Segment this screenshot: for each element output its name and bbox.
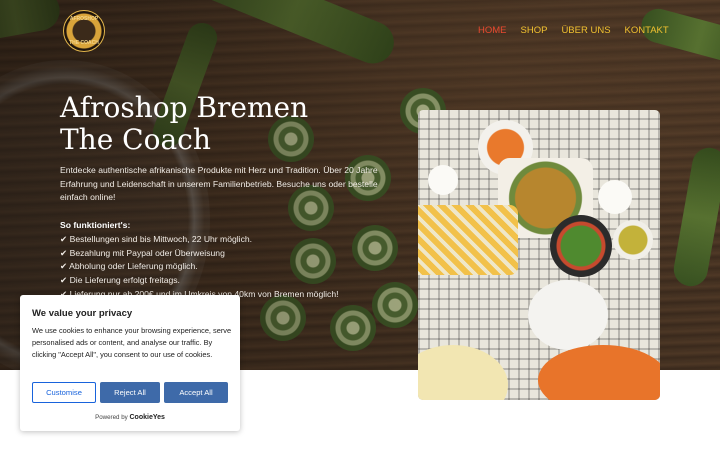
- nav-item-contact[interactable]: KONTAKT: [625, 25, 669, 36]
- plate-shape: [598, 180, 632, 214]
- how-it-works-list: ✔ Bestellungen sind bis Mittwoch, 22 Uhr…: [60, 233, 339, 302]
- hero-food-image: [418, 110, 660, 400]
- plate-shape: [428, 165, 458, 195]
- powered-by: Powered by CookieYes: [20, 414, 240, 421]
- list-item: ✔ Bestellungen sind bis Mittwoch, 22 Uhr…: [60, 234, 253, 244]
- reject-all-button[interactable]: Reject All: [100, 382, 160, 403]
- powered-by-label: Powered by: [95, 414, 128, 421]
- hero-description: Entdecke authentische afrikanische Produ…: [60, 165, 378, 202]
- nav-item-home[interactable]: HOME: [478, 25, 507, 36]
- hero-title-line-2: The Coach: [60, 123, 211, 156]
- cookieyes-logo[interactable]: CookieYes: [130, 414, 165, 421]
- hero-title-line-1: Afroshop Bremen: [60, 91, 309, 124]
- main-navigation: HOME SHOP ÜBER UNS KONTAKT: [478, 25, 683, 36]
- list-item: ✔ Bezahlung mit Paypal oder Überweisung: [60, 247, 225, 258]
- plate-shape: [418, 205, 518, 275]
- list-item: ✔ Die Lieferung erfolgt freitags.: [60, 275, 180, 286]
- cookie-consent-banner: We value your privacy We use cookies to …: [20, 295, 240, 431]
- nav-item-about[interactable]: ÜBER UNS: [561, 25, 610, 36]
- site-logo[interactable]: AFROSHOP THE COACH: [63, 10, 105, 52]
- nav-item-shop[interactable]: SHOP: [521, 25, 548, 36]
- plate-shape: [550, 215, 612, 277]
- plate-shape: [538, 345, 660, 400]
- plate-shape: [613, 220, 653, 260]
- logo-text-top: AFROSHOP: [69, 16, 99, 22]
- list-item: ✔ Abholung oder Lieferung möglich.: [60, 261, 198, 272]
- cookie-description: We use cookies to enhance your browsing …: [32, 326, 232, 360]
- plate-shape: [418, 345, 508, 400]
- how-it-works-title: So funktioniert's:: [60, 220, 131, 230]
- plate-shape: [528, 280, 608, 350]
- customise-button[interactable]: Customise: [32, 382, 96, 403]
- hero-title: Afroshop Bremen The Coach: [60, 92, 308, 156]
- logo-text-bottom: THE COACH: [69, 40, 99, 46]
- accept-all-button[interactable]: Accept All: [164, 382, 228, 403]
- cookie-title: We value your privacy: [32, 308, 133, 319]
